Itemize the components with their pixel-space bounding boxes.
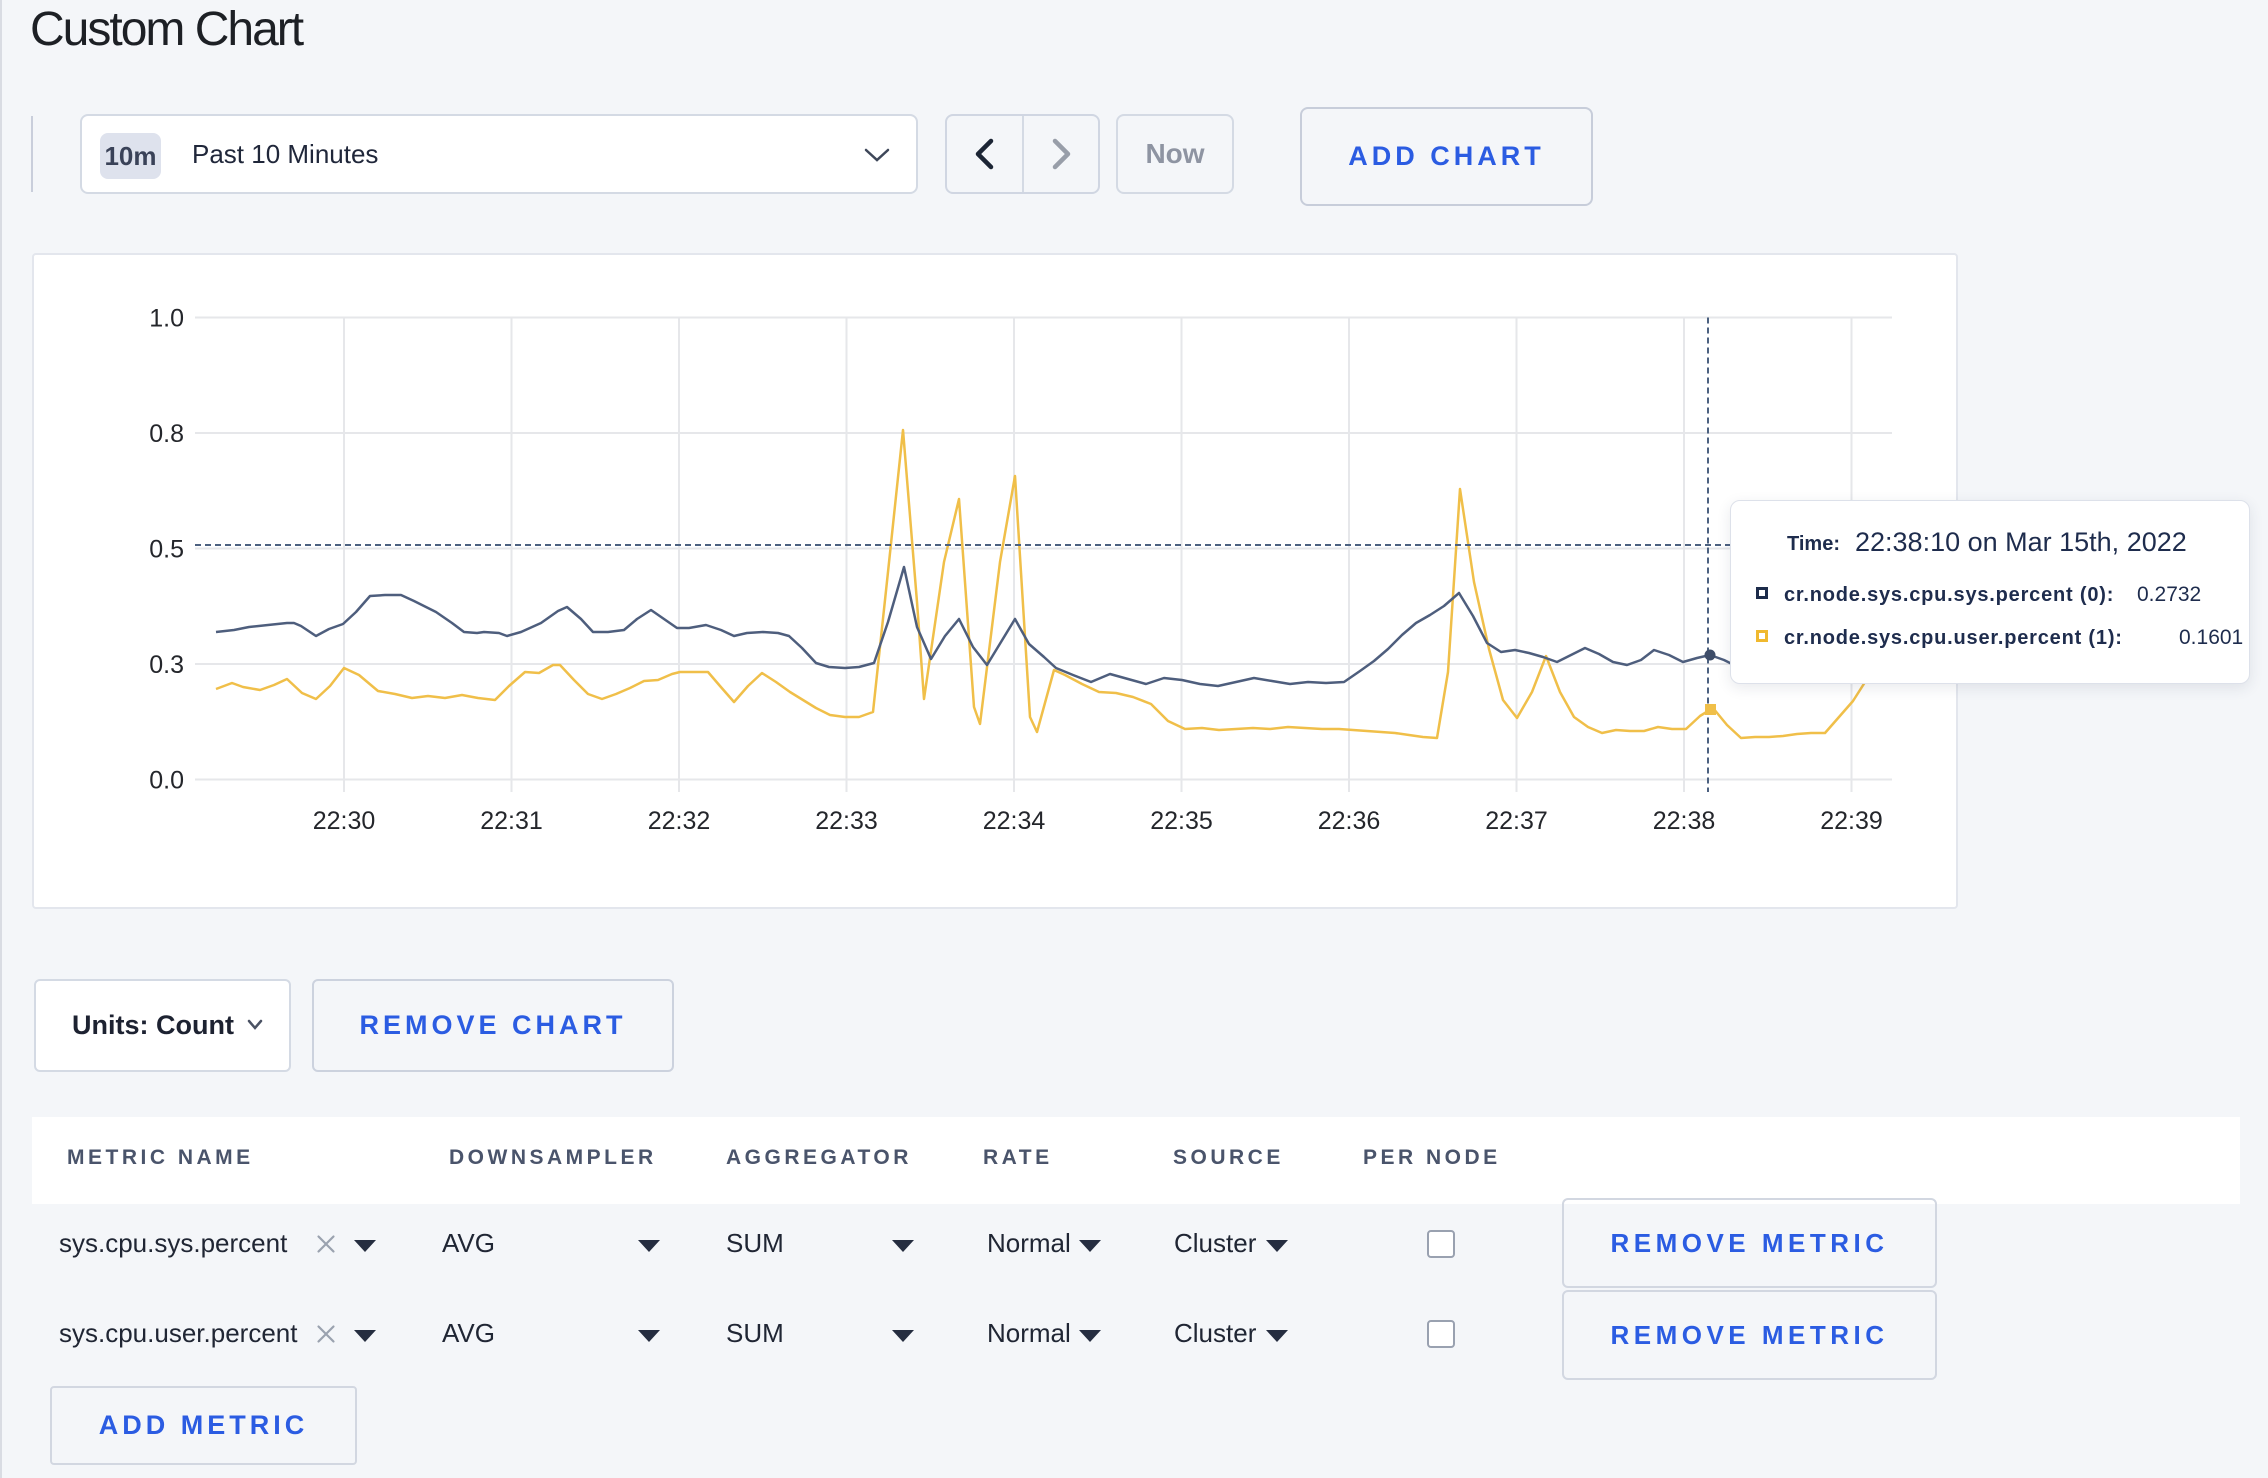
svg-text:0.5: 0.5 [149,536,184,564]
svg-text:0.0: 0.0 [149,767,184,795]
svg-text:0.3: 0.3 [149,651,184,679]
svg-text:22:33: 22:33 [815,807,878,835]
svg-text:1.0: 1.0 [149,305,184,333]
svg-text:22:31: 22:31 [480,807,543,835]
svg-text:22:38: 22:38 [1653,807,1716,835]
svg-text:22:36: 22:36 [1318,807,1381,835]
svg-text:22:32: 22:32 [648,807,711,835]
svg-text:22:39: 22:39 [1820,807,1883,835]
svg-text:0.8: 0.8 [149,420,184,448]
svg-text:22:30: 22:30 [313,807,376,835]
svg-text:22:35: 22:35 [1150,807,1213,835]
svg-text:22:34: 22:34 [983,807,1046,835]
svg-text:22:37: 22:37 [1485,807,1548,835]
